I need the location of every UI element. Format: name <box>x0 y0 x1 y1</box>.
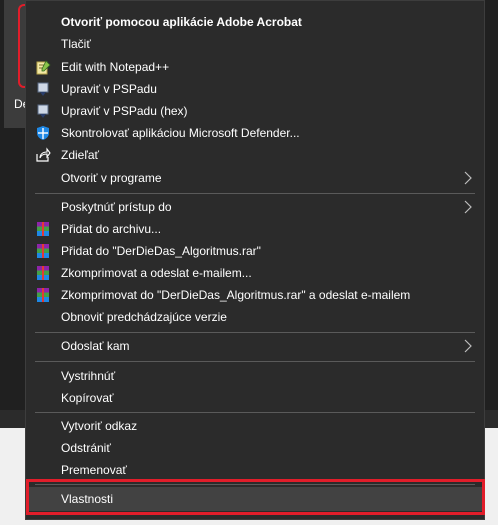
menu-item-compress-to-rar-email[interactable]: Zkomprimovat do "DerDieDas_Algoritmus.ra… <box>26 284 484 306</box>
menu-item-print[interactable]: Tlačiť <box>26 33 484 55</box>
menu-item-label: Přidat do "DerDieDas_Algoritmus.rar" <box>61 244 261 258</box>
menu-item-defender-scan[interactable]: Skontrolovať aplikáciou Microsoft Defend… <box>26 122 484 144</box>
menu-separator <box>35 484 475 485</box>
menu-item-add-to-rar[interactable]: Přidat do "DerDieDas_Algoritmus.rar" <box>26 240 484 262</box>
menu-separator <box>35 332 475 333</box>
menu-item-notepadpp[interactable]: Edit with Notepad++ <box>26 56 484 78</box>
menu-item-cut[interactable]: Vystrihnúť <box>26 365 484 387</box>
menu-item-share[interactable]: Zdieľať <box>26 144 484 166</box>
menu-item-label: Premenovať <box>61 463 127 477</box>
menu-item-copy[interactable]: Kopírovať <box>26 387 484 409</box>
menu-item-label: Edit with Notepad++ <box>61 60 170 74</box>
menu-item-create-shortcut[interactable]: Vytvoriť odkaz <box>26 415 484 437</box>
menu-item-label: Odoslať kam <box>61 339 130 353</box>
menu-item-properties[interactable]: Vlastnosti <box>26 487 484 511</box>
menu-item-send-to[interactable]: Odoslať kam <box>26 335 484 357</box>
defender-shield-icon <box>35 125 51 141</box>
menu-item-delete[interactable]: Odstrániť <box>26 437 484 459</box>
chevron-right-icon <box>464 200 472 214</box>
menu-item-compress-email[interactable]: Zkomprimovat a odeslat e-mailem... <box>26 262 484 284</box>
chevron-right-icon <box>464 171 472 185</box>
menu-item-label: Odstrániť <box>61 441 111 455</box>
menu-item-label: Obnoviť predchádzajúce verzie <box>61 310 227 324</box>
winrar-icon <box>35 221 51 237</box>
winrar-icon <box>35 265 51 281</box>
menu-item-label: Zkomprimovat a odeslat e-mailem... <box>61 266 252 280</box>
winrar-icon <box>35 243 51 259</box>
menu-item-rename[interactable]: Premenovať <box>26 459 484 481</box>
menu-item-label: Zkomprimovat do "DerDieDas_Algoritmus.ra… <box>61 288 411 302</box>
menu-item-open-with[interactable]: Otvoriť v programe <box>26 167 484 189</box>
menu-separator <box>35 361 475 362</box>
menu-item-label: Otvoriť v programe <box>61 171 162 185</box>
menu-item-label: Zdieľať <box>61 148 100 162</box>
menu-item-label: Vytvoriť odkaz <box>61 419 138 433</box>
menu-item-restore-versions[interactable]: Obnoviť predchádzajúce verzie <box>26 306 484 328</box>
menu-item-give-access[interactable]: Poskytnúť prístup do <box>26 196 484 218</box>
menu-item-label: Poskytnúť prístup do <box>61 200 172 214</box>
share-icon <box>35 147 51 163</box>
menu-item-pspad-hex[interactable]: Upraviť v PSPadu (hex) <box>26 100 484 122</box>
menu-item-label: Upraviť v PSPadu <box>61 82 157 96</box>
menu-item-label: Upraviť v PSPadu (hex) <box>61 104 188 118</box>
menu-item-pspad[interactable]: Upraviť v PSPadu <box>26 78 484 100</box>
menu-item-label: Přidat do archivu... <box>61 222 162 236</box>
menu-item-add-to-archive[interactable]: Přidat do archivu... <box>26 218 484 240</box>
menu-item-label: Vlastnosti <box>61 492 114 506</box>
menu-item-label: Vystrihnúť <box>61 369 116 383</box>
notepad-icon <box>35 59 51 75</box>
menu-separator <box>35 193 475 194</box>
pspad-icon <box>35 81 51 97</box>
context-menu: Otvoriť pomocou aplikácie Adobe Acrobat … <box>25 0 485 520</box>
menu-item-open-acrobat[interactable]: Otvoriť pomocou aplikácie Adobe Acrobat <box>26 11 484 33</box>
menu-item-label: Skontrolovať aplikáciou Microsoft Defend… <box>61 126 300 140</box>
menu-item-label: Otvoriť pomocou aplikácie Adobe Acrobat <box>61 15 302 29</box>
chevron-right-icon <box>464 339 472 353</box>
pspad-icon <box>35 103 51 119</box>
winrar-icon <box>35 287 51 303</box>
menu-item-label: Kopírovať <box>61 391 114 405</box>
menu-separator <box>35 412 475 413</box>
menu-item-label: Tlačiť <box>61 37 91 51</box>
